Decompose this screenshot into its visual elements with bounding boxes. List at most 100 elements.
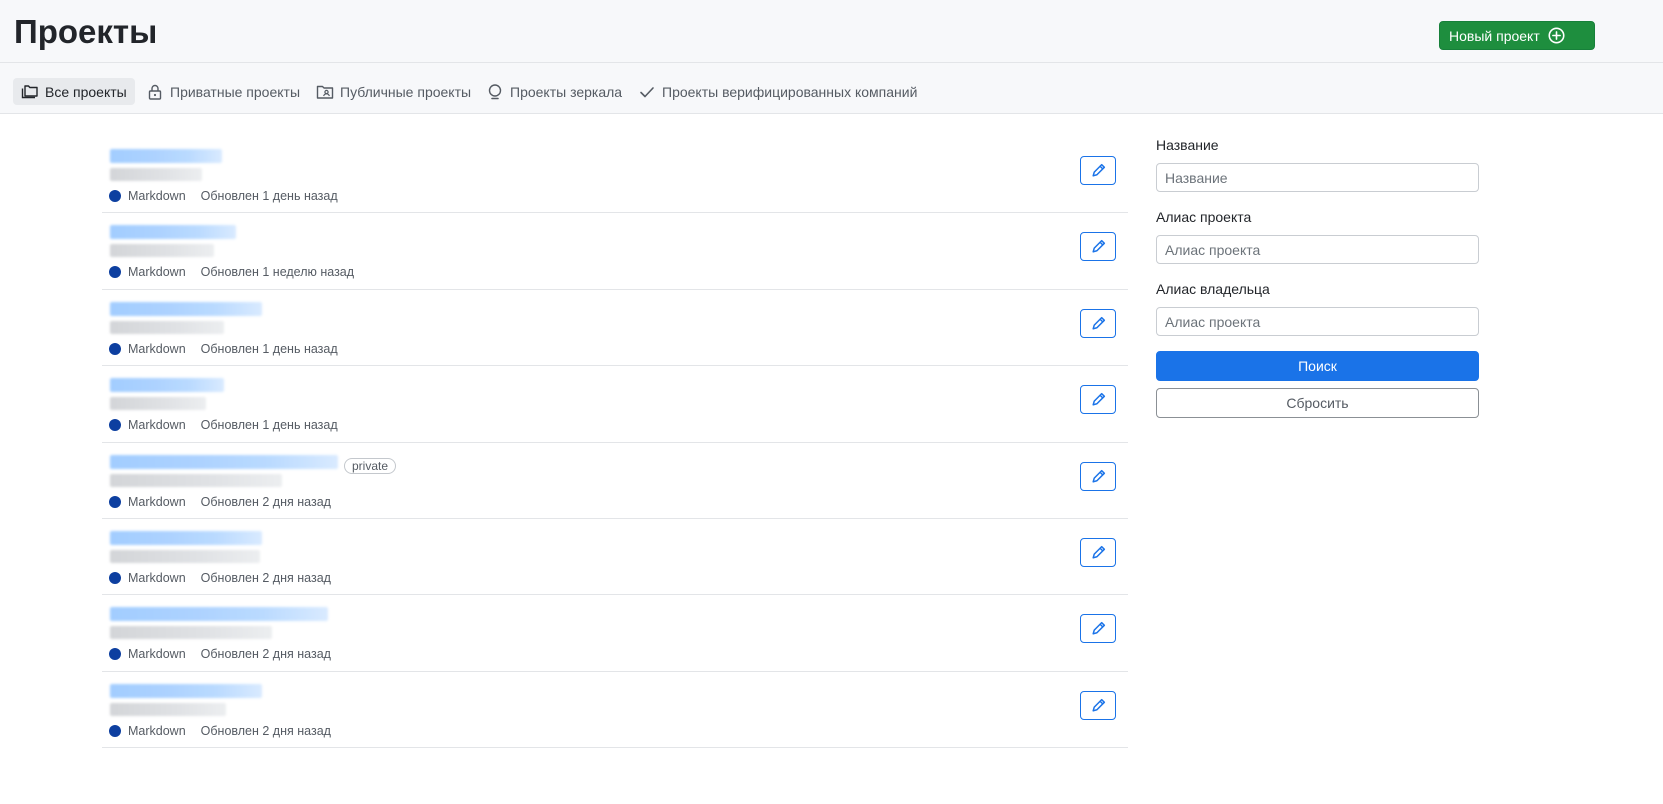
edit-project-button[interactable] <box>1080 156 1116 185</box>
project-meta: Markdown Обновлен 2 дня назад <box>109 647 331 661</box>
project-description-redacted <box>110 320 224 334</box>
language-color-dot <box>109 419 121 432</box>
project-title-redacted[interactable] <box>110 530 262 545</box>
project-meta: Markdown Обновлен 1 день назад <box>109 418 338 432</box>
project-meta: Markdown Обновлен 2 дня назад <box>109 495 331 509</box>
tab-verified-company-projects[interactable]: Проекты верифицированных компаний <box>630 78 925 105</box>
filter-panel: Название Алиас проекта Алиас владельца П… <box>1156 137 1479 418</box>
project-language: Markdown <box>128 189 186 203</box>
project-language: Markdown <box>128 494 186 509</box>
folders-icon <box>21 84 38 98</box>
project-row: Markdown Обновлен 1 день назад <box>102 366 1128 443</box>
project-description-redacted <box>110 397 206 411</box>
project-updated: Обновлен 2 дня назад <box>200 494 331 509</box>
language-color-dot <box>109 648 121 661</box>
project-title-redacted[interactable] <box>110 454 338 469</box>
project-title-redacted[interactable] <box>110 683 262 698</box>
tab-label: Проекты зеркала <box>510 83 623 100</box>
name-label: Название <box>1156 137 1219 153</box>
project-title-redacted[interactable] <box>110 149 222 163</box>
project-alias-input[interactable] <box>1156 235 1479 264</box>
project-title-redacted[interactable] <box>110 378 224 393</box>
project-meta: Markdown Обновлен 1 неделю назад <box>109 265 354 279</box>
project-alias-label: Алиас проекта <box>1156 209 1252 225</box>
tab-label: Все проекты <box>45 83 127 100</box>
project-updated: Обновлен 2 дня назад <box>200 723 331 738</box>
new-project-button[interactable]: Новый проект <box>1439 21 1595 50</box>
page-title: Проекты <box>14 13 158 50</box>
project-language: Markdown <box>128 265 186 280</box>
edit-project-button[interactable] <box>1080 537 1116 567</box>
tab-public-projects[interactable]: Публичные проекты <box>308 78 479 105</box>
owner-alias-label: Алиас владельца <box>1156 281 1270 297</box>
page-header: Проекты Новый проект <box>0 0 1663 63</box>
project-updated: Обновлен 2 дня назад <box>200 647 331 662</box>
project-language: Markdown <box>128 418 186 433</box>
pencil-icon <box>1091 393 1105 406</box>
edit-project-button[interactable] <box>1080 690 1116 720</box>
project-title-redacted[interactable] <box>110 301 262 316</box>
name-input[interactable] <box>1156 163 1479 192</box>
project-description-redacted <box>110 473 282 487</box>
tab-all-projects[interactable]: Все проекты <box>13 78 135 105</box>
project-meta: Markdown Обновлен 1 день назад <box>109 189 338 203</box>
project-row: private Markdown Обновлен 2 дня назад <box>102 443 1128 519</box>
edit-project-button[interactable] <box>1080 385 1116 415</box>
project-language: Markdown <box>128 647 186 662</box>
project-row: Markdown Обновлен 1 неделю назад <box>102 213 1128 290</box>
language-color-dot <box>109 724 121 737</box>
project-description-redacted <box>110 168 202 181</box>
language-color-dot <box>109 266 121 279</box>
public-folder-icon <box>316 85 334 99</box>
language-color-dot <box>109 495 121 508</box>
pencil-icon <box>1091 469 1105 483</box>
project-row: Markdown Обновлен 2 дня назад <box>102 519 1128 596</box>
private-badge: private <box>344 457 397 474</box>
reset-button[interactable]: Сбросить <box>1156 388 1479 418</box>
project-row: Markdown Обновлен 2 дня назад <box>102 595 1128 672</box>
language-color-dot <box>109 342 121 355</box>
tab-mirror-projects[interactable]: Проекты зеркала <box>478 78 630 105</box>
lock-icon <box>148 84 162 100</box>
project-updated: Обновлен 2 дня назад <box>200 570 331 585</box>
edit-project-button[interactable] <box>1080 232 1116 262</box>
project-description-redacted <box>110 244 214 258</box>
plus-circle-icon <box>1548 27 1565 44</box>
tab-label: Приватные проекты <box>170 83 301 100</box>
project-language: Markdown <box>128 341 186 356</box>
project-row: Markdown Обновлен 1 день назад <box>102 137 1128 214</box>
project-meta: Markdown Обновлен 2 дня назад <box>109 571 331 585</box>
check-icon <box>640 86 654 97</box>
new-project-label: Новый проект <box>1449 27 1540 44</box>
project-language: Markdown <box>128 570 186 585</box>
tab-private-projects[interactable]: Приватные проекты <box>138 78 308 105</box>
project-title-redacted[interactable] <box>110 607 328 622</box>
project-updated: Обновлен 1 день назад <box>200 418 338 433</box>
project-filter-tabs: Все проекты Приватные проекты Публичные … <box>0 63 1663 114</box>
project-language: Markdown <box>128 723 186 738</box>
pencil-icon <box>1091 163 1105 177</box>
pencil-icon <box>1091 622 1105 635</box>
mirror-icon <box>488 83 502 99</box>
search-button[interactable]: Поиск <box>1156 351 1479 381</box>
pencil-icon <box>1091 240 1105 253</box>
owner-alias-input[interactable] <box>1156 307 1479 336</box>
project-description-redacted <box>110 626 272 640</box>
project-meta: Markdown Обновлен 2 дня назад <box>109 724 331 738</box>
edit-project-button[interactable] <box>1080 308 1116 338</box>
pencil-icon <box>1091 698 1105 712</box>
project-row: Markdown Обновлен 1 день назад <box>102 290 1128 367</box>
project-description-redacted <box>110 549 260 563</box>
project-row: Markdown Обновлен 2 дня назад <box>102 672 1128 749</box>
project-meta: Markdown Обновлен 1 день назад <box>109 342 338 356</box>
project-updated: Обновлен 1 неделю назад <box>200 265 355 280</box>
pencil-icon <box>1091 316 1105 330</box>
project-updated: Обновлен 1 день назад <box>200 189 338 203</box>
language-color-dot <box>109 190 121 202</box>
project-title-redacted[interactable] <box>110 225 236 240</box>
tab-label: Публичные проекты <box>340 83 472 100</box>
project-list: Markdown Обновлен 1 день назад Markdown Об… <box>102 137 1128 749</box>
edit-project-button[interactable] <box>1080 461 1116 491</box>
edit-project-button[interactable] <box>1080 614 1116 644</box>
project-updated: Обновлен 1 день назад <box>200 341 338 356</box>
